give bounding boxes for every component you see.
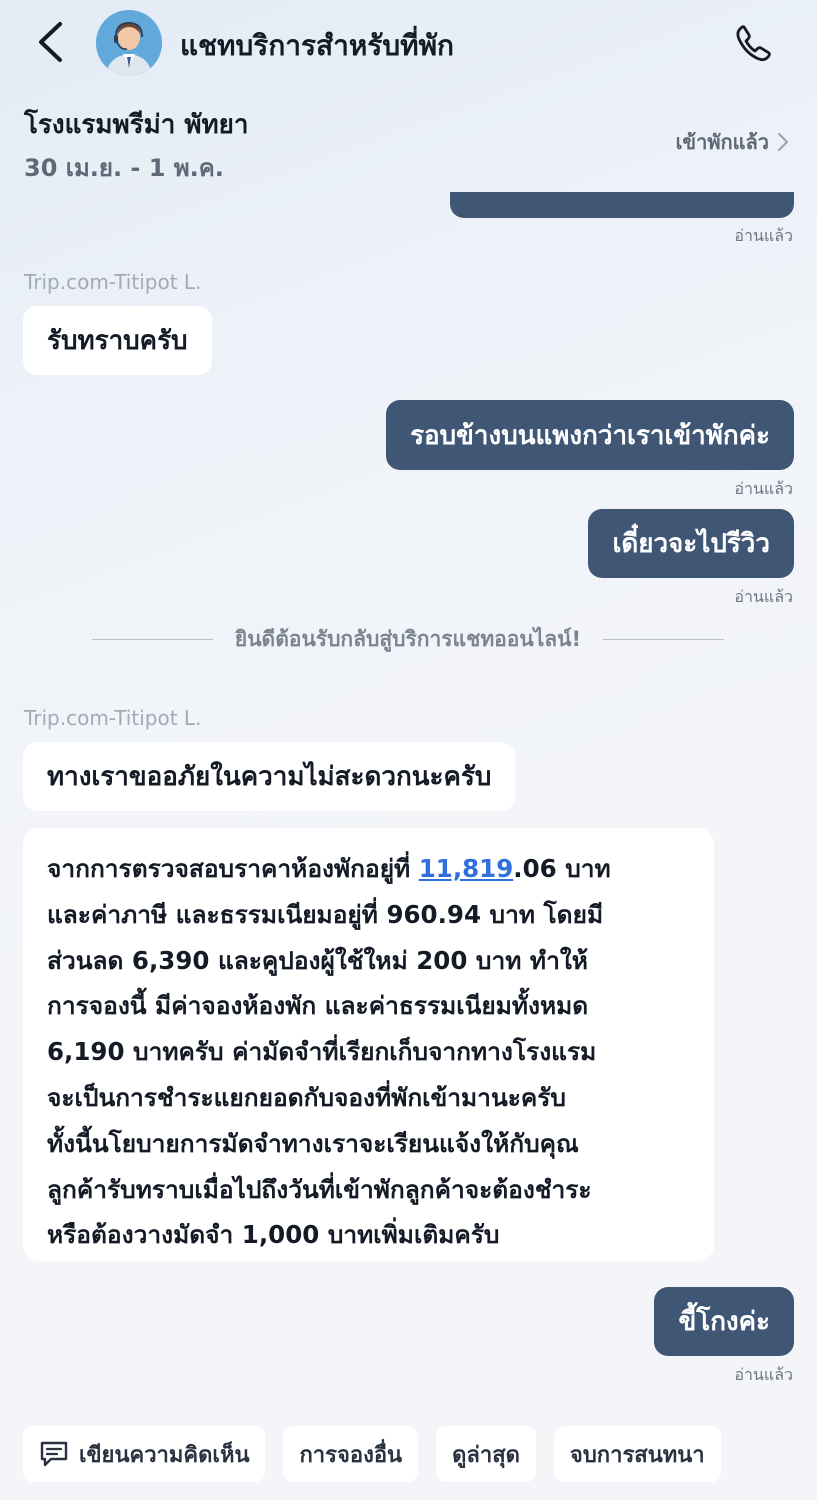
quick-actions-bar: เขียนความคิดเห็น การจองอื่น ดูล่าสุด จบก… <box>23 1426 721 1482</box>
message-line: จากการตรวจสอบราคาห้องพักอยู่ที่ 11,819.0… <box>47 846 690 892</box>
incoming-message: รับทราบครับ <box>23 306 212 375</box>
message-line: จะเป็นการชำระแยกยอดกับจองที่พักเข้ามานะค… <box>47 1082 566 1112</box>
phone-icon <box>736 25 771 62</box>
end-chat-button[interactable]: จบการสนทนา <box>553 1426 721 1482</box>
message-line: ส่วนลด 6,390 และคูปองผู้ใช้ใหม่ 200 บาท … <box>47 945 588 975</box>
read-receipt: อ่านแล้ว <box>734 1365 793 1384</box>
message-text: .06 บาท <box>513 854 611 883</box>
write-feedback-button[interactable]: เขียนความคิดเห็น <box>23 1426 266 1482</box>
read-receipt: อ่านแล้ว <box>734 587 793 606</box>
chat-header: แชทบริการสำหรับที่พัก <box>0 0 817 90</box>
message-line: ทั้งนี้นโยบายการมัดจำทางเราจะเรียนแจ้งให… <box>47 1128 579 1158</box>
checkin-status-link[interactable]: เข้าพักแล้ว <box>676 126 789 158</box>
other-bookings-label: การจองอื่น <box>299 1442 403 1468</box>
page-title: แชทบริการสำหรับที่พัก <box>180 29 454 62</box>
message-line: การจองนี้ มีค่าจองห้องพัก และค่าธรรมเนีย… <box>47 991 589 1021</box>
incoming-message-long: จากการตรวจสอบราคาห้องพักอยู่ที่ 11,819.0… <box>23 828 714 1261</box>
other-bookings-button[interactable]: การจองอื่น <box>283 1426 419 1482</box>
message-line: และค่าภาษี และธรรมเนียมอยู่ที่ 960.94 บา… <box>47 899 604 929</box>
back-button[interactable] <box>30 20 70 64</box>
read-receipt: อ่านแล้ว <box>734 226 793 245</box>
view-latest-button[interactable]: ดูล่าสุด <box>436 1426 536 1482</box>
booking-dates: 30 เม.ย. - 1 พ.ค. <box>24 154 224 182</box>
system-message: ยินดีต้อนรับกลับสู่บริการแชทออนไลน์! <box>234 626 582 651</box>
outgoing-message-partial <box>450 192 794 218</box>
message-line: ลูกค้ารับทราบเมื่อไปถึงวันที่เข้าพักลูกค… <box>47 1174 592 1204</box>
call-button[interactable] <box>728 18 778 68</box>
chevron-right-icon <box>778 133 788 151</box>
agent-avatar <box>96 10 162 76</box>
sender-name: Trip.com-Titipot L. <box>24 706 202 730</box>
write-feedback-label: เขียนความคิดเห็น <box>79 1442 250 1468</box>
divider-line <box>603 638 724 640</box>
message-line: 6,190 บาทครับ ค่ามัดจำที่เรียกเก็บจากทาง… <box>47 1037 597 1067</box>
outgoing-message: ขี้โกงค่ะ <box>654 1287 794 1356</box>
comment-icon <box>40 1441 68 1467</box>
outgoing-message: รอบข้างบนแพงกว่าเราเข้าพักค่ะ <box>386 400 794 470</box>
incoming-message: ทางเราขออภัยในความไม่สะดวกนะครับ <box>23 742 516 811</box>
read-receipt: อ่านแล้ว <box>734 479 793 498</box>
message-line: หรือต้องวางมัดจำ 1,000 บาทเพิ่มเติมครับ <box>47 1220 500 1250</box>
system-divider: ยินดีต้อนรับกลับสู่บริการแชทออนไลน์! <box>92 622 724 656</box>
message-text: จากการตรวจสอบราคาห้องพักอยู่ที่ <box>47 854 419 883</box>
price-link[interactable]: 11,819 <box>419 854 514 883</box>
chevron-left-icon <box>39 22 62 62</box>
sender-name: Trip.com-Titipot L. <box>24 270 202 294</box>
divider-line <box>92 638 213 640</box>
view-latest-label: ดูล่าสุด <box>452 1442 520 1468</box>
checkin-status-label: เข้าพักแล้ว <box>675 130 769 154</box>
end-chat-label: จบการสนทนา <box>569 1442 705 1468</box>
hotel-name: โรงแรมพรีม่า พัทยา <box>24 110 249 140</box>
outgoing-message: เดี๋ยวจะไปรีวิว <box>588 509 794 578</box>
